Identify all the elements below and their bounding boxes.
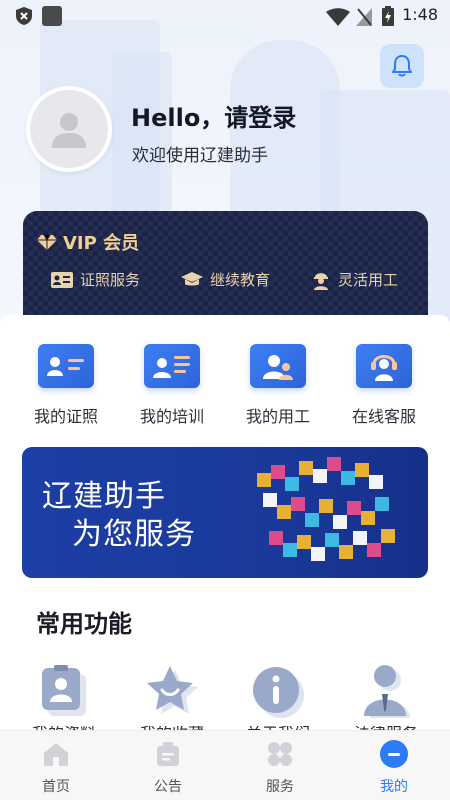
tab-label: 服务 [266,779,294,795]
quick-label: 在线客服 [351,407,416,426]
id-card-icon [38,344,94,388]
tab-home[interactable]: 首页 [6,739,106,796]
lawyer-icon [356,662,416,722]
func-about-us[interactable]: 关于我们 [228,662,328,736]
login-greeting[interactable]: Hello，请登录 [131,98,296,133]
bell-icon [392,55,412,77]
promo-banner[interactable]: 辽建助手 为您服务 [22,447,428,578]
user-placeholder-icon [52,113,86,148]
vip-card[interactable]: VIP 会员 证照服务 继续教育 灵活用工 [23,211,428,329]
tab-label: 公告 [154,779,182,795]
banner-art [257,457,395,561]
badge-icon [34,662,94,722]
tab-label: 首页 [42,779,70,795]
app-notification-icon [42,6,62,26]
func-legal-service[interactable]: 法律服务 [336,662,436,736]
vip-title: VIP 会员 [37,229,139,255]
quick-my-license[interactable]: 我的证照 [16,344,116,427]
id-card-icon [51,271,73,288]
tab-mine[interactable]: 我的 [344,739,444,796]
shield-icon [16,7,32,25]
func-my-profile[interactable]: 我的资料 [14,662,114,736]
tab-service[interactable]: 服务 [230,739,330,796]
quick-actions: 我的证照 我的培训 我的用工 在线客服 [0,344,450,434]
info-icon [248,662,308,722]
notice-icon [153,739,183,769]
star-icon [142,662,202,722]
diamond-icon [37,234,57,250]
vip-item-label: 证照服务 [80,271,141,289]
quick-label: 我的用工 [245,407,310,426]
common-functions-title: 常用功能 [36,610,132,638]
battery-charging-icon [382,6,394,26]
team-icon [250,344,306,388]
tab-notice[interactable]: 公告 [118,739,218,796]
bottom-tab-bar: 首页 公告 服务 我的 [0,730,450,800]
vip-item-license[interactable]: 证照服务 [51,269,181,290]
tab-label: 我的 [380,779,408,795]
welcome-text: 欢迎使用辽建助手 [132,146,268,166]
headset-icon [356,344,412,388]
profile-icon [379,739,409,769]
grid-icon [265,739,295,769]
avatar[interactable] [26,86,112,172]
graduation-cap-icon [181,271,203,285]
quick-label: 我的培训 [139,407,204,426]
no-signal-icon [356,8,372,26]
quick-label: 我的证照 [33,407,98,426]
quick-online-support[interactable]: 在线客服 [334,344,434,427]
func-my-favorites[interactable]: 我的收藏 [122,662,222,736]
notification-button[interactable] [380,44,424,88]
status-time: 1:48 [402,5,438,24]
vip-item-flexible-work[interactable]: 灵活用工 [311,269,428,290]
home-icon [41,739,71,769]
vip-title-label: VIP 会员 [63,233,140,254]
quick-my-employment[interactable]: 我的用工 [228,344,328,427]
status-bar: 1:48 [0,0,450,32]
banner-line-2: 为您服务 [72,517,196,552]
vip-item-education[interactable]: 继续教育 [181,269,311,290]
training-icon [144,344,200,388]
vip-item-label: 继续教育 [210,271,271,289]
worker-icon [314,272,328,290]
vip-item-label: 灵活用工 [338,271,399,289]
quick-my-training[interactable]: 我的培训 [122,344,222,427]
wifi-icon [326,8,350,26]
